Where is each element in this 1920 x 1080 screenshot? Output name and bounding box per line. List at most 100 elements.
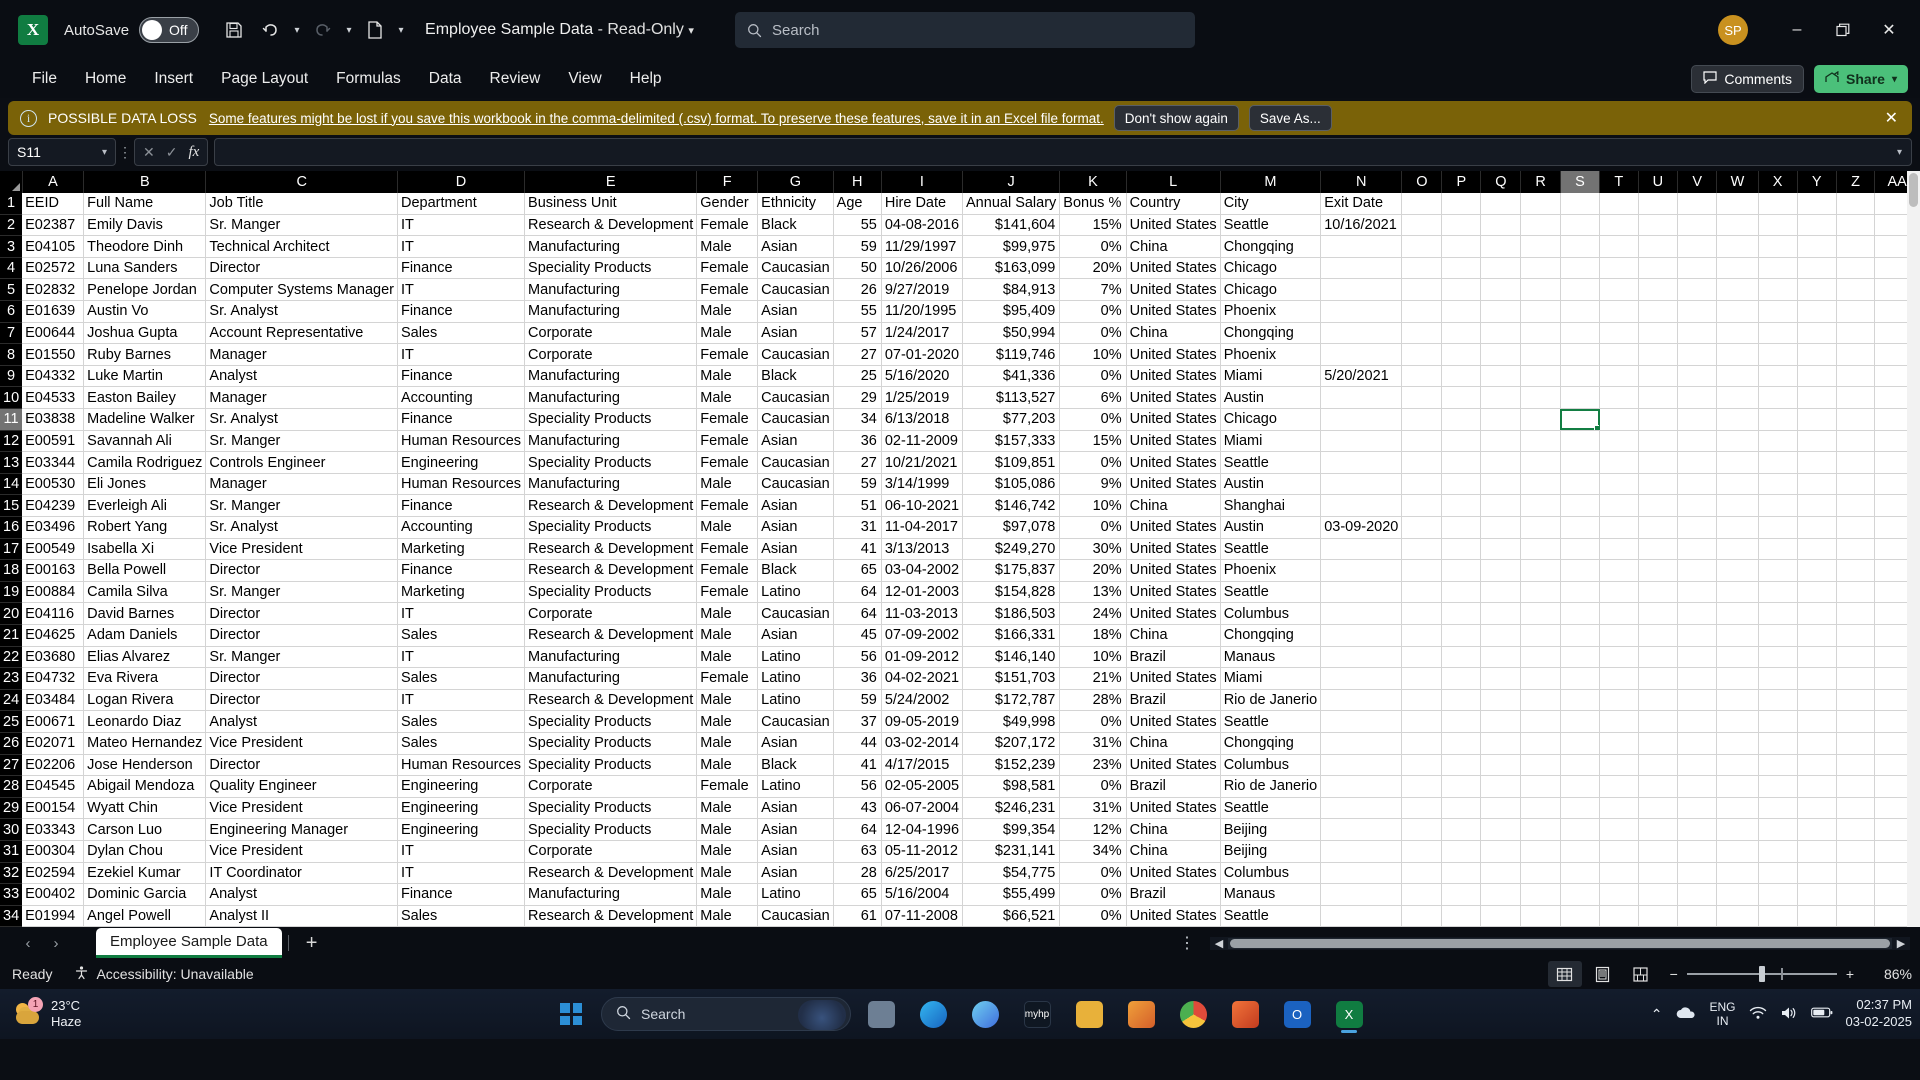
cell-A32[interactable]: E02594: [22, 862, 85, 885]
cell-T12[interactable]: [1599, 430, 1639, 453]
cell-V24[interactable]: [1677, 689, 1718, 712]
cell-J23[interactable]: $151,703: [962, 667, 1061, 690]
cell-X32[interactable]: [1758, 862, 1798, 885]
cell-X24[interactable]: [1758, 689, 1798, 712]
cell-U4[interactable]: [1638, 257, 1679, 280]
cell-B11[interactable]: Madeline Walker: [83, 408, 207, 431]
cell-D28[interactable]: Engineering: [397, 775, 526, 798]
cell-S11[interactable]: [1560, 408, 1601, 431]
cell-Y25[interactable]: [1797, 710, 1837, 733]
cell-L25[interactable]: United States: [1126, 710, 1221, 733]
cell-A21[interactable]: E04625: [22, 624, 85, 647]
cell-N6[interactable]: [1320, 300, 1403, 323]
cell-G14[interactable]: Caucasian: [757, 473, 834, 496]
cell-S19[interactable]: [1560, 581, 1601, 604]
cell-Q26[interactable]: [1480, 732, 1522, 755]
cell-Z34[interactable]: [1836, 905, 1876, 927]
cell-B26[interactable]: Mateo Hernandez: [83, 732, 207, 755]
cell-A1[interactable]: EEID: [22, 192, 85, 215]
cell-W8[interactable]: [1716, 343, 1759, 366]
cell-H1[interactable]: Age: [833, 192, 882, 215]
cell-Y28[interactable]: [1797, 775, 1837, 798]
column-header-o[interactable]: O: [1401, 171, 1443, 193]
cell-Z31[interactable]: [1836, 840, 1876, 863]
cell-P19[interactable]: [1441, 581, 1482, 604]
cell-B23[interactable]: Eva Rivera: [83, 667, 207, 690]
cell-X21[interactable]: [1758, 624, 1798, 647]
cell-W10[interactable]: [1716, 386, 1759, 410]
cell-X26[interactable]: [1758, 732, 1798, 755]
cell-S10[interactable]: [1560, 386, 1601, 410]
cell-Y21[interactable]: [1797, 624, 1837, 647]
cell-M2[interactable]: Seattle: [1220, 214, 1322, 237]
cell-C13[interactable]: Controls Engineer: [205, 451, 398, 474]
cell-H6[interactable]: 55: [833, 300, 882, 323]
cell-S28[interactable]: [1560, 775, 1601, 798]
cell-S26[interactable]: [1560, 732, 1601, 755]
cell-W17[interactable]: [1716, 538, 1759, 561]
cell-U3[interactable]: [1638, 235, 1679, 258]
cell-Z14[interactable]: [1836, 473, 1876, 496]
cell-H24[interactable]: 59: [833, 689, 882, 712]
cell-N26[interactable]: [1320, 732, 1403, 755]
cell-H8[interactable]: 27: [833, 343, 882, 366]
cell-B25[interactable]: Leonardo Diaz: [83, 710, 207, 733]
cell-C17[interactable]: Vice President: [205, 538, 398, 561]
cell-G23[interactable]: Latino: [757, 667, 834, 690]
cell-Q25[interactable]: [1480, 710, 1522, 733]
cell-E26[interactable]: Speciality Products: [524, 732, 698, 755]
cell-T32[interactable]: [1599, 862, 1639, 885]
table-row[interactable]: 34 E01994 Angel Powell Analyst II Sales Resea…: [0, 905, 1920, 927]
cell-U9[interactable]: [1638, 365, 1679, 388]
column-header-a[interactable]: A: [22, 171, 85, 193]
cell-P22[interactable]: [1441, 646, 1482, 669]
cell-W16[interactable]: [1716, 516, 1759, 539]
cell-M13[interactable]: Seattle: [1220, 451, 1322, 474]
cell-H23[interactable]: 36: [833, 667, 882, 690]
warning-message[interactable]: Some features might be lost if you save …: [209, 111, 1104, 126]
cell-M9[interactable]: Miami: [1220, 365, 1322, 388]
cell-E5[interactable]: Manufacturing: [524, 278, 698, 302]
cell-A5[interactable]: E02832: [22, 278, 85, 302]
cell-A3[interactable]: E04105: [22, 235, 85, 258]
cell-T19[interactable]: [1599, 581, 1639, 604]
undo-dropdown-icon[interactable]: ▾: [289, 13, 305, 47]
cell-V1[interactable]: [1677, 192, 1718, 215]
cell-B19[interactable]: Camila Silva: [83, 581, 207, 604]
cell-D31[interactable]: IT: [397, 840, 526, 863]
taskbar-app-copilot[interactable]: [963, 992, 1007, 1036]
cell-I3[interactable]: 11/29/1997: [881, 235, 964, 258]
cell-K1[interactable]: Bonus %: [1059, 192, 1127, 215]
cell-C33[interactable]: Analyst: [205, 883, 398, 906]
cell-E32[interactable]: Research & Development: [524, 862, 698, 885]
cell-Y29[interactable]: [1797, 797, 1837, 820]
cell-E16[interactable]: Speciality Products: [524, 516, 698, 539]
cell-P28[interactable]: [1441, 775, 1482, 798]
cell-D22[interactable]: IT: [397, 646, 526, 669]
cell-B28[interactable]: Abigail Mendoza: [83, 775, 207, 798]
cell-Z22[interactable]: [1836, 646, 1876, 669]
cell-M27[interactable]: Columbus: [1220, 754, 1322, 777]
cell-R29[interactable]: [1520, 797, 1561, 820]
cell-Y32[interactable]: [1797, 862, 1837, 885]
cell-N13[interactable]: [1320, 451, 1403, 474]
cell-G12[interactable]: Asian: [757, 430, 834, 453]
cell-I2[interactable]: 04-08-2016: [881, 214, 964, 237]
cell-Q28[interactable]: [1480, 775, 1522, 798]
cell-Q29[interactable]: [1480, 797, 1522, 820]
cell-T25[interactable]: [1599, 710, 1639, 733]
cell-G13[interactable]: Caucasian: [757, 451, 834, 474]
cell-M3[interactable]: Chongqing: [1220, 235, 1322, 258]
cell-C24[interactable]: Director: [205, 689, 398, 712]
cell-A29[interactable]: E00154: [22, 797, 85, 820]
cell-G31[interactable]: Asian: [757, 840, 834, 863]
cell-W33[interactable]: [1716, 883, 1759, 906]
cell-X4[interactable]: [1758, 257, 1798, 280]
cell-W4[interactable]: [1716, 257, 1759, 280]
cell-E12[interactable]: Manufacturing: [524, 430, 698, 453]
cell-T13[interactable]: [1599, 451, 1639, 474]
name-box[interactable]: S11 ▾: [8, 138, 116, 166]
cell-H9[interactable]: 25: [833, 365, 882, 388]
cell-Q16[interactable]: [1480, 516, 1522, 539]
cell-U2[interactable]: [1638, 214, 1679, 237]
